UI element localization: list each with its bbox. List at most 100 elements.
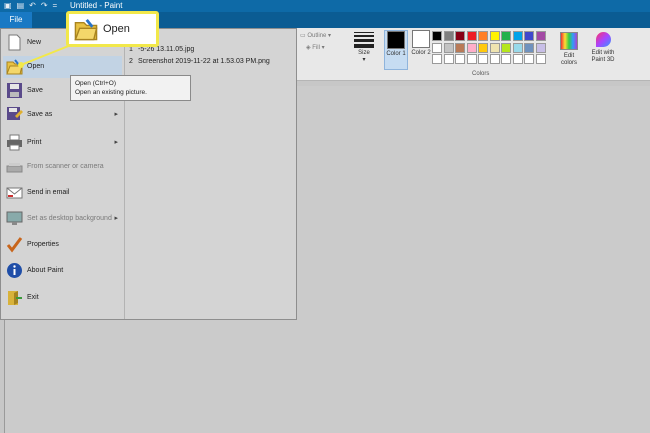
palette-swatch[interactable] bbox=[443, 54, 454, 64]
palette-swatch[interactable] bbox=[466, 31, 477, 41]
submenu-arrow-icon: ▸ bbox=[114, 215, 118, 222]
color2-button[interactable]: Color 2 bbox=[410, 30, 432, 68]
recent-item[interactable]: 1 -5-26 13.11.05.jpg bbox=[129, 46, 194, 53]
callout-anchor-dot bbox=[18, 62, 24, 68]
undo-icon[interactable]: ↶ bbox=[29, 0, 36, 12]
menu-item-label: Save as bbox=[27, 111, 53, 118]
palette-swatch[interactable] bbox=[512, 54, 523, 64]
redo-icon[interactable]: ↷ bbox=[41, 0, 48, 12]
palette-swatch[interactable] bbox=[524, 42, 534, 53]
menu-item-save-as[interactable]: Save as ▸ bbox=[3, 104, 122, 126]
save-as-icon bbox=[7, 107, 23, 120]
palette-swatch[interactable] bbox=[524, 54, 534, 64]
size-dropdown-icon: ▾ bbox=[362, 57, 366, 63]
colors-group-label: Colors bbox=[472, 71, 490, 77]
color1-label: Color 1 bbox=[386, 51, 406, 57]
color1-button[interactable]: Color 1 bbox=[384, 30, 408, 70]
palette-swatch[interactable] bbox=[535, 42, 546, 53]
customize-toolbar-icon[interactable]: = bbox=[53, 0, 58, 12]
recent-item-number: 2 bbox=[129, 58, 133, 65]
save-disk-icon bbox=[7, 83, 22, 98]
menu-item-properties[interactable]: Properties bbox=[3, 234, 122, 256]
color2-swatch bbox=[412, 30, 430, 48]
palette-swatch[interactable] bbox=[501, 54, 511, 64]
fill-label: Fill bbox=[312, 45, 320, 51]
palette-swatch[interactable] bbox=[432, 54, 442, 64]
printer-icon bbox=[7, 134, 22, 151]
palette-swatch[interactable] bbox=[443, 31, 454, 41]
palette-swatch[interactable] bbox=[512, 42, 523, 53]
palette-swatch[interactable] bbox=[432, 31, 442, 41]
info-icon bbox=[7, 263, 22, 278]
menu-item-label: Save bbox=[27, 87, 43, 94]
palette-swatch[interactable] bbox=[443, 42, 454, 53]
submenu-arrow-icon: ▸ bbox=[114, 111, 118, 118]
palette-swatch[interactable] bbox=[524, 31, 534, 41]
palette-swatch[interactable] bbox=[501, 31, 511, 41]
outline-button[interactable]: ▭ Outline ▾ bbox=[300, 32, 331, 39]
file-tab[interactable]: File bbox=[0, 12, 32, 28]
edit-colors-button[interactable]: Edit colors bbox=[558, 32, 580, 67]
menu-item-send-email[interactable]: Send in email bbox=[3, 182, 122, 204]
callout-label: Open bbox=[103, 23, 130, 35]
recent-item[interactable]: 2 Screenshot 2019-11-22 at 1.53.03 PM.png bbox=[129, 58, 270, 65]
menu-item-print[interactable]: Print ▸ bbox=[3, 132, 122, 154]
palette-swatch[interactable] bbox=[535, 54, 546, 64]
edit-paint3d-label: Edit with Paint 3D bbox=[591, 50, 615, 63]
size-lines-icon bbox=[354, 32, 374, 48]
open-callout: Open bbox=[66, 11, 159, 47]
fill-button[interactable]: ◈ Fill ▾ bbox=[306, 44, 325, 51]
open-folder-icon bbox=[74, 18, 98, 41]
size-button[interactable]: Size ▾ bbox=[352, 30, 376, 68]
menu-item-from-scanner: From scanner or camera bbox=[3, 156, 122, 178]
palette-swatch[interactable] bbox=[478, 54, 488, 64]
menu-item-label: Send in email bbox=[27, 189, 70, 196]
edit-colors-label: Edit colors bbox=[560, 53, 577, 66]
edit-with-paint3d-button[interactable]: Edit with Paint 3D bbox=[588, 32, 618, 64]
outline-icon: ▭ bbox=[300, 33, 306, 39]
palette-swatch[interactable] bbox=[535, 31, 546, 41]
palette-swatch[interactable] bbox=[432, 42, 442, 53]
submenu-arrow-icon: ▸ bbox=[114, 139, 118, 146]
palette-swatch[interactable] bbox=[512, 31, 523, 41]
paint3d-icon bbox=[595, 32, 611, 47]
edit-colors-icon bbox=[560, 32, 578, 50]
menu-item-about[interactable]: About Paint bbox=[3, 260, 122, 282]
recent-item-number: 1 bbox=[129, 46, 133, 53]
recent-item-name: Screenshot 2019-11-22 at 1.53.03 PM.png bbox=[138, 58, 270, 65]
color-palette bbox=[432, 31, 546, 64]
palette-swatch[interactable] bbox=[466, 42, 477, 53]
save-quick-icon[interactable]: ▤ bbox=[17, 0, 25, 12]
quick-access-toolbar: ▣ ▤ ↶ ↷ = bbox=[4, 0, 57, 12]
fill-icon: ◈ bbox=[306, 45, 311, 51]
palette-swatch[interactable] bbox=[501, 42, 511, 53]
palette-swatch[interactable] bbox=[478, 31, 488, 41]
palette-swatch[interactable] bbox=[455, 54, 465, 64]
checkmark-icon bbox=[6, 237, 23, 253]
file-menu-commands: New Open Save Save as ▸ Print ▸ From sca… bbox=[1, 29, 125, 319]
tooltip-title: Open (Ctrl+O) bbox=[75, 80, 116, 87]
palette-swatch[interactable] bbox=[478, 42, 488, 53]
recent-item-name: -5-26 13.11.05.jpg bbox=[138, 46, 195, 53]
outline-label: Outline bbox=[307, 33, 327, 39]
palette-swatch[interactable] bbox=[455, 31, 465, 41]
exit-icon bbox=[8, 291, 22, 305]
menu-item-exit[interactable]: Exit bbox=[3, 287, 122, 309]
menu-item-label: Set as desktop background bbox=[27, 215, 112, 222]
color1-swatch bbox=[387, 31, 405, 49]
menu-item-label: Print bbox=[27, 139, 42, 146]
menu-item-label: About Paint bbox=[27, 267, 64, 274]
desktop-background-icon bbox=[6, 211, 23, 225]
menu-item-label: From scanner or camera bbox=[27, 163, 104, 170]
menu-item-label: Properties bbox=[27, 241, 59, 248]
palette-swatch[interactable] bbox=[489, 54, 500, 64]
paint-app-icon: ▣ bbox=[4, 1, 12, 10]
menu-item-desktop-background: Set as desktop background ▸ bbox=[3, 208, 122, 230]
palette-swatch[interactable] bbox=[489, 42, 500, 53]
palette-swatch[interactable] bbox=[455, 42, 465, 53]
scanner-icon bbox=[6, 163, 23, 173]
color2-label: Color 2 bbox=[411, 50, 431, 56]
palette-swatch[interactable] bbox=[466, 54, 477, 64]
file-menu: New Open Save Save as ▸ Print ▸ From sca… bbox=[0, 28, 297, 320]
palette-swatch[interactable] bbox=[489, 31, 500, 41]
